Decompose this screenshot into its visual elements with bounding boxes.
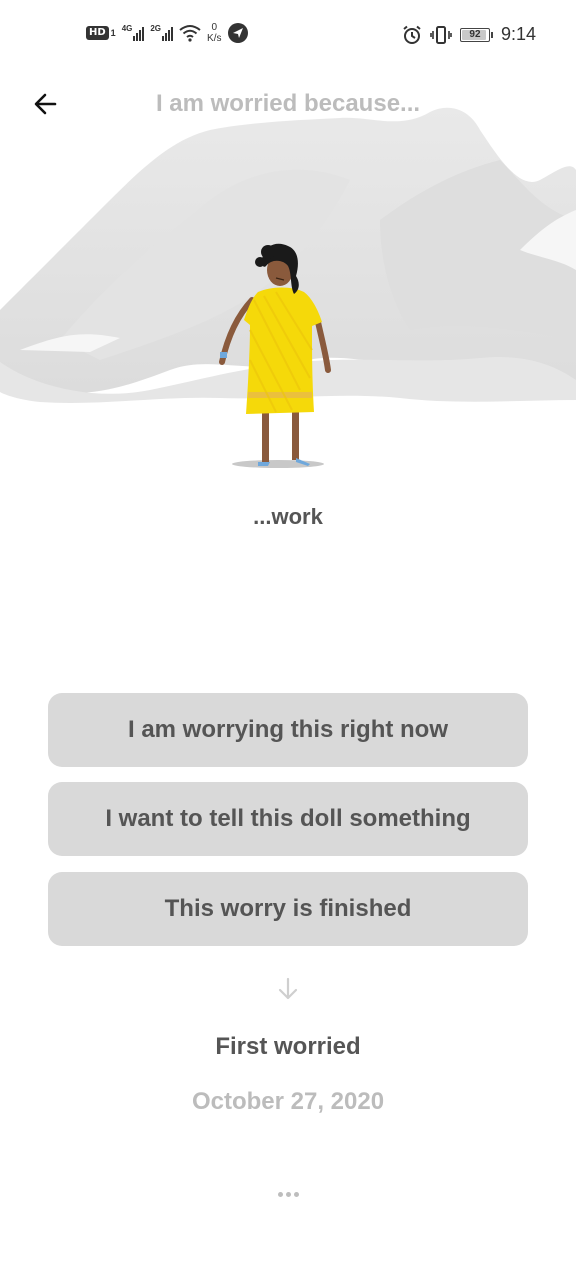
dot-icon xyxy=(277,1191,283,1197)
first-worried-label: First worried xyxy=(215,1033,361,1060)
arrow-down-icon xyxy=(278,977,298,1000)
clock: 9:14 xyxy=(500,24,536,44)
network-speed-unit: K/s xyxy=(207,33,222,44)
hd-sub: 1 xyxy=(110,28,116,38)
doll-illustration xyxy=(0,100,576,480)
alarm-icon xyxy=(403,25,421,44)
dot-icon xyxy=(293,1191,299,1197)
status-bar-right: 92 9:14 xyxy=(402,24,536,45)
signal-icon: 2G xyxy=(150,24,174,41)
network-type-label: 2G xyxy=(150,24,162,33)
dot-icon xyxy=(285,1191,291,1197)
network-speed-value: 0 xyxy=(211,22,218,33)
status-bar: HD 1 4G 2G 0 K/s 92 9:14 xyxy=(0,0,576,72)
vibrate-icon xyxy=(430,25,452,44)
network-speed: 0 K/s xyxy=(207,22,221,44)
battery-level: 92 xyxy=(469,29,481,40)
more-options-button[interactable] xyxy=(268,1184,308,1204)
location-icon xyxy=(228,23,249,43)
mountain-background xyxy=(0,107,576,468)
wifi-icon xyxy=(179,25,201,42)
worrying-now-button[interactable]: I am worrying this right now xyxy=(48,693,528,767)
network-type-label: 4G xyxy=(121,24,133,33)
tell-doll-button[interactable]: I want to tell this doll something xyxy=(48,782,528,856)
first-worried-date: October 27, 2020 xyxy=(191,1088,385,1115)
battery-icon: 92 xyxy=(459,27,493,42)
signal-icon: 4G xyxy=(122,25,145,41)
hd-badge: HD xyxy=(86,26,109,40)
worry-topic: ...work xyxy=(253,504,323,529)
worry-finished-button[interactable]: This worry is finished xyxy=(48,872,528,946)
status-bar-left: HD 1 4G 2G 0 K/s xyxy=(86,22,249,44)
